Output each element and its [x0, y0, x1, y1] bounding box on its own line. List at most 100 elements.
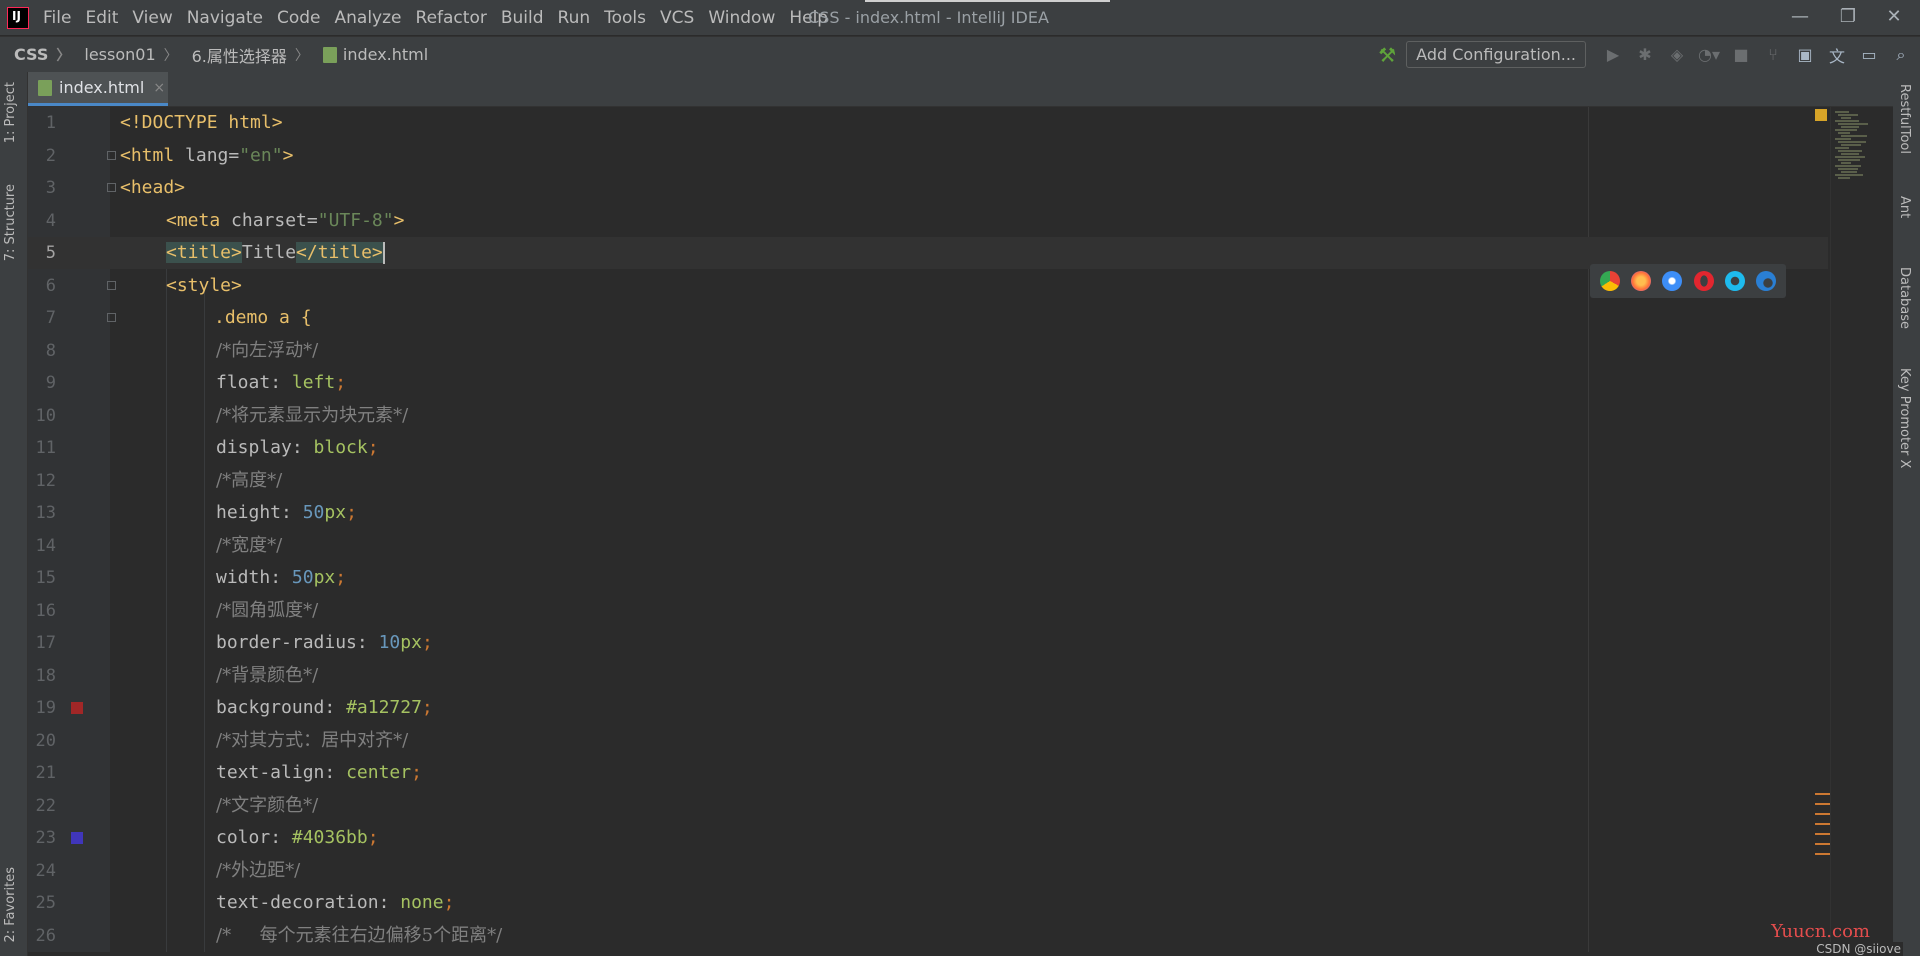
editor-scrollbar[interactable] [1819, 107, 1830, 952]
menu-run[interactable]: Run [558, 8, 591, 28]
code-line[interactable]: 13 height: 50px; [28, 497, 1828, 529]
error-stripe-mark[interactable] [1815, 803, 1831, 805]
code-line[interactable]: 11 display: block; [28, 432, 1828, 464]
breadcrumb-folder[interactable]: 6.属性选择器〉 [192, 43, 309, 67]
close-tab-icon[interactable]: × [153, 80, 165, 96]
error-stripe-mark[interactable] [1815, 823, 1831, 825]
error-stripe-mark[interactable] [1815, 853, 1831, 855]
code-minimap[interactable] [1830, 107, 1893, 952]
maximize-button[interactable]: ❐ [1828, 6, 1868, 27]
code-comment: /* 每个元素往右边偏移5个距离*/ [216, 924, 503, 946]
code-line[interactable]: 25 text-decoration: none; [28, 887, 1828, 919]
code-line[interactable]: 17 border-radius: 10px; [28, 627, 1828, 659]
minimap-stroke [1835, 165, 1861, 167]
search-icon[interactable]: ⌕ [1888, 45, 1914, 65]
menu-file[interactable]: File [43, 8, 71, 28]
code-line[interactable]: 8/*向左浮动*/ [28, 335, 1828, 367]
menu-vcs[interactable]: VCS [660, 8, 694, 28]
tool-project-tab[interactable]: 1: Project [3, 82, 18, 143]
code-line[interactable]: 26/* 每个元素往右边偏移5个距离*/ [28, 920, 1828, 952]
code-line[interactable]: 2 <html lang="en"> [28, 140, 1828, 172]
code-line[interactable]: 9 float: left; [28, 367, 1828, 399]
css-number: 50 [291, 567, 314, 588]
tool-favorites-tab[interactable]: 2: Favorites [3, 867, 18, 943]
fold-marker-icon[interactable] [107, 183, 116, 192]
edge-icon[interactable] [1756, 271, 1777, 291]
tab-index-html[interactable]: index.html × [28, 72, 168, 106]
minimap-stroke [1835, 129, 1857, 131]
code-line[interactable]: 1 <!DOCTYPE html> [28, 107, 1828, 139]
code-line[interactable]: 7 .demo a { [28, 302, 1828, 334]
code-line[interactable]: 6 <style> [28, 270, 1828, 302]
fold-marker-icon[interactable] [107, 150, 116, 160]
safari-icon[interactable] [1662, 271, 1683, 291]
profile-icon[interactable]: ◔▾ [1696, 45, 1722, 64]
fold-marker-icon[interactable] [107, 280, 116, 290]
html-file-icon [322, 46, 337, 63]
code-line[interactable]: 4 <meta charset="UTF-8"> [28, 205, 1828, 237]
code-line[interactable]: 19 background: #a12727; [28, 692, 1828, 724]
code-editor[interactable]: 1 <!DOCTYPE html> 2 <html lang="en"> 3 <… [28, 107, 1830, 952]
code-line[interactable]: 22/*文字颜色*/ [28, 790, 1828, 822]
css-number: 50 [302, 502, 325, 523]
intellij-logo-icon[interactable]: IJ [7, 6, 29, 29]
code-comment: /*背景颜色*/ [216, 664, 319, 686]
coverage-icon[interactable]: ◈ [1664, 45, 1690, 64]
code-line[interactable]: 23 color: #4036bb; [28, 822, 1828, 854]
error-stripe-mark[interactable] [1815, 843, 1831, 845]
breadcrumb-lesson01[interactable]: lesson01 〉 [84, 45, 177, 65]
code-line[interactable]: 10/*将元素显示为块元素*/ [28, 400, 1828, 432]
tool-ant-tab[interactable]: Ant [1897, 196, 1912, 218]
add-configuration-button[interactable]: Add Configuration... [1406, 41, 1586, 68]
menu-view[interactable]: View [132, 8, 172, 28]
css-property: border-radius [216, 632, 357, 653]
color-swatch-icon[interactable] [71, 832, 83, 844]
code-line[interactable]: 20/*对其方式：居中对齐*/ [28, 725, 1828, 757]
menu-tools[interactable]: Tools [604, 8, 646, 28]
tool-database-tab[interactable]: Database [1897, 267, 1912, 329]
ie-icon[interactable] [1724, 271, 1745, 291]
vcs-icon[interactable]: ⑂ [1760, 45, 1786, 64]
firefox-icon[interactable] [1630, 271, 1651, 291]
error-stripe-mark[interactable] [1815, 793, 1831, 795]
code-line[interactable]: 21 text-align: center; [28, 757, 1828, 789]
project-structure-icon[interactable]: ▣ [1792, 45, 1818, 64]
error-stripe-mark[interactable] [1815, 833, 1831, 835]
translate-icon[interactable]: 文 [1824, 43, 1850, 67]
breadcrumb-root[interactable]: CSS 〉 [14, 45, 70, 65]
chrome-icon[interactable] [1599, 271, 1620, 291]
breadcrumb-file[interactable]: index.html [322, 45, 428, 64]
code-line[interactable]: 15 width: 50px; [28, 562, 1828, 594]
code-line[interactable]: 18/*背景颜色*/ [28, 660, 1828, 692]
minimap-stroke [1841, 171, 1857, 173]
code-line[interactable]: 3 <head> [28, 172, 1828, 204]
minimize-button[interactable]: — [1780, 6, 1820, 27]
stop-icon[interactable]: ■ [1728, 45, 1754, 64]
color-swatch-icon[interactable] [71, 702, 83, 714]
tool-key-promoter-tab[interactable]: Key Promoter X [1897, 368, 1912, 468]
menu-refactor[interactable]: Refactor [416, 8, 487, 28]
run-icon[interactable]: ▶ [1600, 45, 1626, 64]
code-line-current[interactable]: 5 <title>Title</title> [28, 237, 1828, 269]
error-stripe-mark[interactable] [1815, 813, 1831, 815]
code-line[interactable]: 24/*外边距*/ [28, 855, 1828, 887]
menu-code[interactable]: Code [277, 8, 321, 28]
menu-navigate[interactable]: Navigate [187, 8, 263, 28]
css-value: center [346, 762, 412, 783]
build-hammer-icon[interactable]: ⚒ [1378, 43, 1396, 67]
menu-edit[interactable]: Edit [85, 8, 118, 28]
menu-window[interactable]: Window [708, 8, 775, 28]
warning-indicator-icon[interactable] [1815, 109, 1827, 121]
code-line[interactable]: 16/*圆角弧度*/ [28, 595, 1828, 627]
tool-restfultool-tab[interactable]: RestfulTool [1897, 84, 1912, 154]
code-line[interactable]: 12/*高度*/ [28, 465, 1828, 497]
presentation-icon[interactable]: ▭ [1856, 45, 1882, 64]
menu-analyze[interactable]: Analyze [335, 8, 402, 28]
tool-structure-tab[interactable]: 7: Structure [3, 184, 18, 261]
close-window-button[interactable]: ✕ [1874, 6, 1914, 27]
menu-build[interactable]: Build [501, 8, 544, 28]
code-line[interactable]: 14/*宽度*/ [28, 530, 1828, 562]
fold-marker-icon[interactable] [107, 313, 116, 322]
debug-icon[interactable]: ✱ [1632, 45, 1658, 64]
opera-icon[interactable] [1693, 271, 1714, 291]
